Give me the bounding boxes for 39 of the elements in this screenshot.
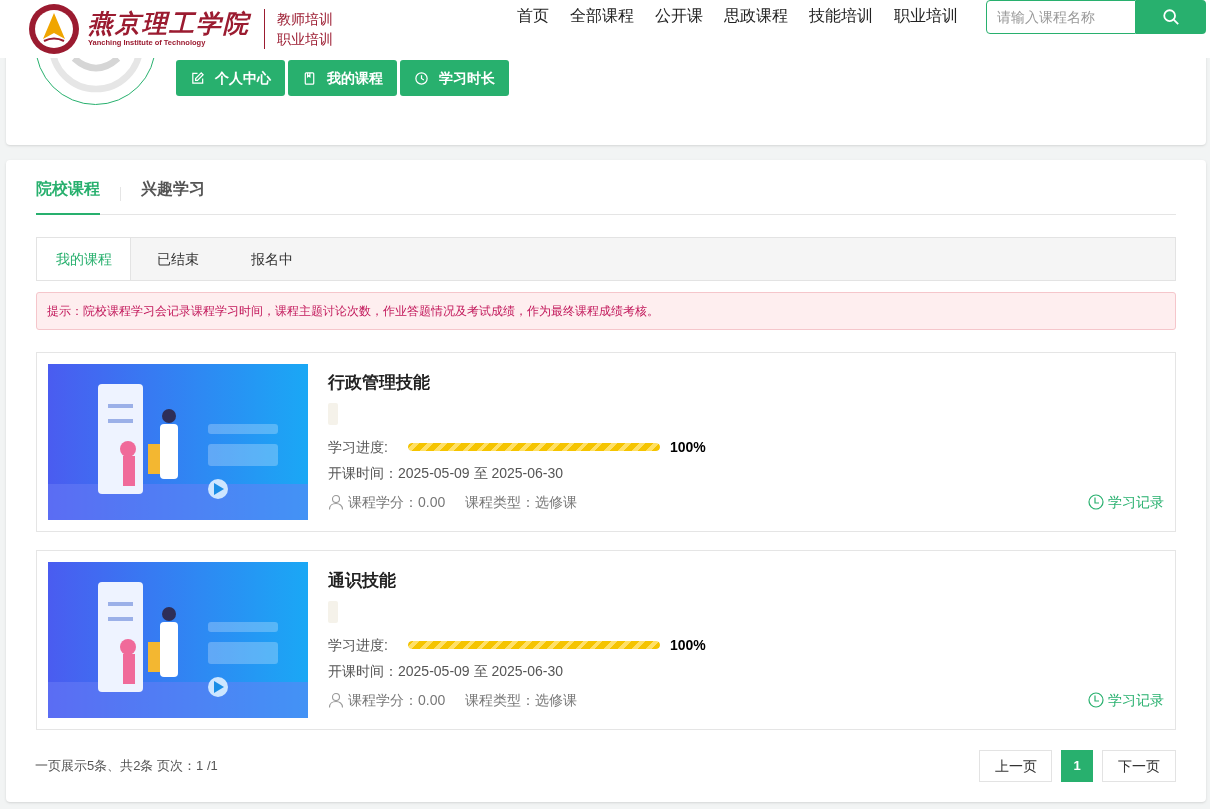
user-icon xyxy=(328,494,344,510)
search-field[interactable]: 请输入课程名称 xyxy=(986,0,1136,34)
book-icon xyxy=(302,70,317,86)
progress-label: 学习进度: xyxy=(328,437,389,457)
nav-link[interactable]: 职业培训 xyxy=(894,4,958,28)
course-credits: 课程学分：0.00 xyxy=(348,492,446,512)
course-type: 课程类型：选修课 xyxy=(465,690,578,710)
progress-percent: 100% xyxy=(670,437,706,457)
clock-icon xyxy=(1088,692,1104,708)
course-type: 课程类型：选修课 xyxy=(465,492,578,512)
search-button[interactable] xyxy=(1136,0,1206,34)
clock-icon xyxy=(414,70,429,86)
course-title[interactable]: 行政管理技能 xyxy=(328,372,1164,394)
nav-link[interactable]: 思政课程 xyxy=(724,4,788,28)
course-dates: 开课时间：2025-05-09 至 2025-06-30 xyxy=(328,464,564,483)
school-seal-icon xyxy=(28,3,80,55)
prev-page-button[interactable]: 上一页 xyxy=(979,750,1052,782)
subtab[interactable]: 报名中 xyxy=(225,238,319,280)
course-dates: 开课时间：2025-05-09 至 2025-06-30 xyxy=(328,662,564,681)
user-icon xyxy=(328,692,344,708)
nav-link[interactable]: 公开课 xyxy=(655,4,703,28)
progress-percent: 100% xyxy=(670,635,706,655)
school-name: 燕京理工学院 xyxy=(88,10,250,38)
edit-icon xyxy=(190,70,205,86)
progress-label: 学习进度: xyxy=(328,635,389,655)
course-credits: 课程学分：0.00 xyxy=(348,690,446,710)
nav-link[interactable]: 技能培训 xyxy=(809,4,873,28)
tab[interactable]: 兴趣学习 xyxy=(141,175,205,215)
nav-link[interactable]: 首页 xyxy=(517,4,549,28)
site-label: 教师培训 xyxy=(277,10,333,28)
course-title[interactable]: 通识技能 xyxy=(328,570,1164,592)
pagination-summary: 一页展示5条、共2条 页次：1 /1 xyxy=(35,757,218,776)
subtab[interactable]: 已结束 xyxy=(131,238,225,280)
search-icon xyxy=(1162,8,1180,26)
nav-link[interactable]: 全部课程 xyxy=(570,4,634,28)
clock-icon xyxy=(1088,494,1104,510)
next-page-button[interactable]: 下一页 xyxy=(1102,750,1176,782)
site-label: 职业培训 xyxy=(277,30,333,48)
notice-banner: 提示：院校课程学习会记录课程学习时间，课程主题讨论次数，作业答题情况及考试成绩，作为最终课程成绩考核。 xyxy=(36,292,1176,330)
